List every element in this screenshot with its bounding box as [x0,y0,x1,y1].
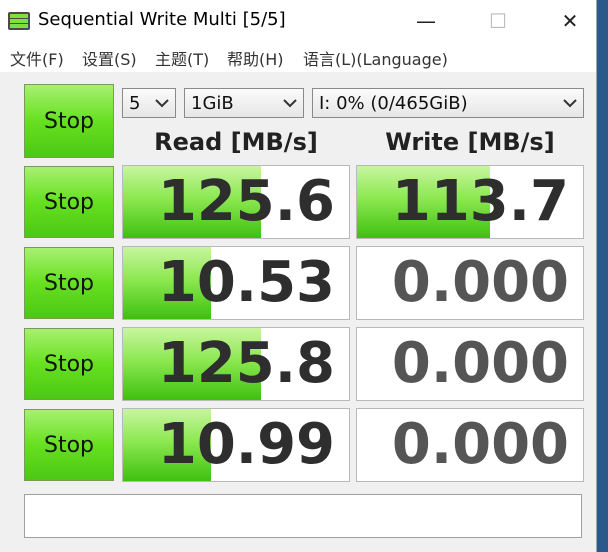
row-4-write-cell: 0.000 [356,408,584,482]
maximize-button[interactable]: ☐ [468,0,528,42]
title-bar[interactable]: Sequential Write Multi [5/5] — ☐ ✕ [0,0,596,42]
test-size-select[interactable]: 1GiB [184,88,304,118]
menu-help[interactable]: 帮助(H) [227,46,284,70]
minimize-button[interactable]: — [396,0,456,42]
app-icon [8,12,30,30]
menu-bar: 文件(F) 设置(S) 主题(T) 帮助(H) 语言(L)(Language) [0,42,596,72]
app-window: Sequential Write Multi [5/5] — ☐ ✕ 文件(F)… [0,0,597,552]
all-stop-button[interactable]: Stop [24,84,114,158]
row-1-read-cell: 125.6 [122,165,350,239]
write-header: Write [MB/s] [385,128,555,156]
row-3-read-value: 125.8 [157,331,335,396]
row-3-write-value: 0.000 [391,331,569,396]
test-size-value: 1GiB [191,92,234,114]
maximize-icon: ☐ [489,9,507,33]
row-3-stop-button[interactable]: Stop [24,328,114,400]
close-icon: ✕ [561,9,579,33]
menu-theme[interactable]: 主题(T) [155,46,209,70]
row-4-write-value: 0.000 [391,412,569,477]
row-4-stop-button[interactable]: Stop [24,409,114,481]
row-4-read-value: 10.99 [157,412,335,477]
row-1-write-value: 113.7 [391,169,569,234]
row-2-read-value: 10.53 [157,250,335,315]
test-count-select[interactable]: 5 [122,88,176,118]
chevron-down-icon [563,99,577,108]
row-2-write-value: 0.000 [391,250,569,315]
close-button[interactable]: ✕ [540,0,600,42]
row-4-read-cell: 10.99 [122,408,350,482]
row-2-stop-button[interactable]: Stop [24,247,114,319]
status-bar [24,494,582,538]
chevron-down-icon [155,99,169,108]
window-title: Sequential Write Multi [5/5] [38,9,286,30]
menu-file[interactable]: 文件(F) [10,46,64,70]
row-2-read-cell: 10.53 [122,246,350,320]
minimize-icon: — [416,9,436,33]
menu-settings[interactable]: 设置(S) [82,46,137,70]
row-1-write-cell: 113.7 [356,165,584,239]
row-1-stop-button[interactable]: Stop [24,166,114,238]
menu-language[interactable]: 语言(L)(Language) [303,46,448,70]
row-3-read-cell: 125.8 [122,327,350,401]
row-3-write-cell: 0.000 [356,327,584,401]
chevron-down-icon [283,99,297,108]
row-1-read-value: 125.6 [157,169,335,234]
test-count-value: 5 [129,92,141,114]
drive-value: I: 0% (0/465GiB) [319,92,468,114]
read-header: Read [MB/s] [154,128,318,156]
row-2-write-cell: 0.000 [356,246,584,320]
drive-select[interactable]: I: 0% (0/465GiB) [312,88,584,118]
